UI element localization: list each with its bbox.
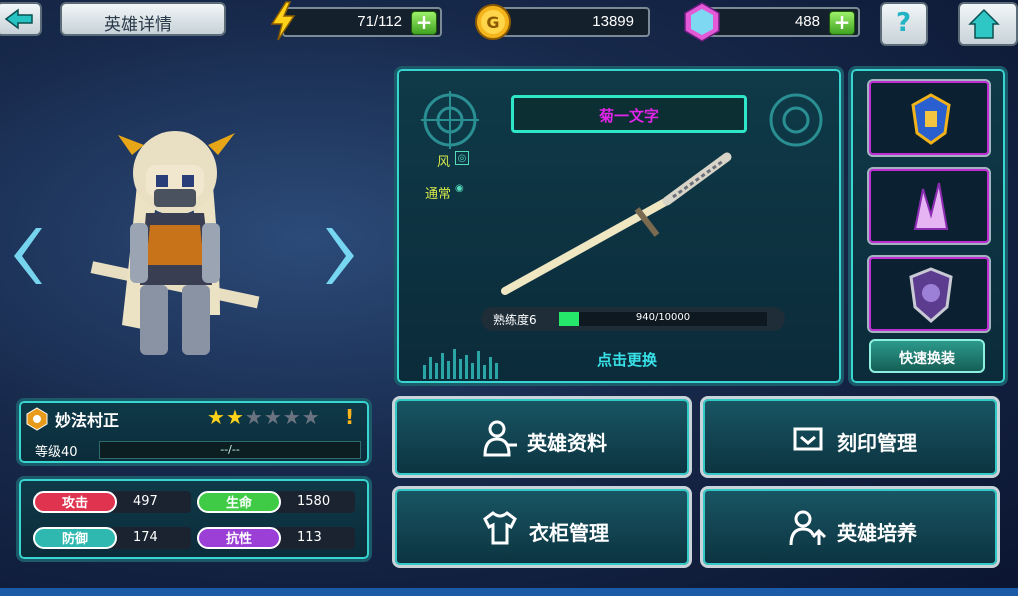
person-icon xyxy=(483,420,517,457)
exp-value: --/-- xyxy=(220,443,240,456)
hero-info-label: 英雄资料 xyxy=(527,431,607,455)
gem-icon xyxy=(684,2,720,42)
stat-label: 攻击 xyxy=(33,491,117,513)
signal-bars-icon xyxy=(423,349,498,379)
star-empty-icon: ★ xyxy=(282,405,302,429)
stat-label: 生命 xyxy=(197,491,281,513)
gem-bar: 488 + xyxy=(700,7,860,37)
proficiency-bar: 熟练度6 940/10000 xyxy=(481,307,785,331)
next-hero-arrow-icon[interactable] xyxy=(324,224,362,288)
person-upgrade-icon xyxy=(789,510,827,546)
add-gems-button[interactable]: + xyxy=(829,11,855,35)
home-icon xyxy=(968,8,1000,39)
katana-sprite xyxy=(501,152,732,295)
shield-badge-icon xyxy=(909,267,953,323)
gold-value: 13899 xyxy=(592,13,634,30)
star-empty-icon: ★ xyxy=(301,405,321,429)
stat-value: 174 xyxy=(111,527,191,549)
rarity-icon: ◉ xyxy=(455,183,464,194)
previous-hero-arrow-icon[interactable] xyxy=(6,224,44,288)
stat-label: 抗性 xyxy=(197,527,281,549)
hero-train-button[interactable]: 英雄培养 xyxy=(700,486,1000,568)
equip-slot-crystal[interactable] xyxy=(867,167,991,245)
star-empty-icon: ★ xyxy=(244,405,264,429)
gold-coin-icon: G xyxy=(475,4,511,40)
alert-icon[interactable]: ! xyxy=(345,405,354,429)
weapon-name: 菊一文字 xyxy=(598,107,659,125)
back-button[interactable] xyxy=(0,2,42,36)
lightning-icon xyxy=(270,1,296,41)
wind-icon: ◎ xyxy=(455,151,469,165)
weapon-panel: 菊一文字 风 ◎ 通常 ◉ 熟练度6 940/10000 点击更换 xyxy=(394,66,844,386)
target-reticle-icon xyxy=(769,93,823,147)
weapon-name-plate: 菊一文字 xyxy=(511,95,747,133)
stat-value: 113 xyxy=(275,527,355,549)
equip-slot-emblem[interactable] xyxy=(867,79,991,157)
star-filled-icon: ★ xyxy=(225,405,245,429)
page-title: 英雄详情 xyxy=(104,15,172,35)
proficiency-label: 熟练度6 xyxy=(493,313,537,327)
quick-equip-label: 快速换装 xyxy=(899,351,955,367)
help-icon: ? xyxy=(896,8,912,38)
bottom-strip xyxy=(0,588,1018,596)
proficiency-value: 940/10000 xyxy=(635,312,691,323)
back-arrow-icon xyxy=(4,8,33,30)
quick-equip-button[interactable]: 快速换装 xyxy=(869,339,985,373)
star-empty-icon: ★ xyxy=(263,405,283,429)
hero-info-button[interactable]: 英雄资料 xyxy=(392,396,692,478)
help-button[interactable]: ? xyxy=(880,2,928,46)
hero-info-panel: 妙法村正 ★★★★★★ ! 等级40 --/-- xyxy=(16,398,372,466)
crystal-icon xyxy=(913,182,949,230)
stat-value: 1580 xyxy=(275,491,355,513)
svg-text:G: G xyxy=(486,13,499,32)
weapon-element: 风 xyxy=(437,155,451,170)
hero-stats-panel: 497 攻击 1580 生命 174 防御 113 抗性 xyxy=(16,476,372,562)
hero-train-label: 英雄培养 xyxy=(837,521,917,545)
shirt-icon xyxy=(483,511,517,545)
energy-bar: 71/112 + xyxy=(282,7,442,37)
exp-bar: --/-- xyxy=(99,441,361,459)
change-weapon-button[interactable]: 点击更换 xyxy=(597,349,657,370)
gold-bar: 13899 xyxy=(490,7,650,37)
wardrobe-button[interactable]: 衣柜管理 xyxy=(392,486,692,568)
emblem-icon xyxy=(911,93,951,145)
energy-value: 71/112 xyxy=(357,13,402,30)
equipment-panel: 快速换装 xyxy=(848,66,1008,386)
hero-class-icon xyxy=(26,407,48,431)
gem-value: 488 xyxy=(794,13,820,30)
star-filled-icon: ★ xyxy=(207,405,226,429)
stat-label: 防御 xyxy=(33,527,117,549)
stat-value: 497 xyxy=(111,491,191,513)
home-button[interactable] xyxy=(958,2,1018,46)
seal-manage-button[interactable]: 刻印管理 xyxy=(700,396,1000,478)
weapon-rarity: 通常 xyxy=(425,187,452,202)
seal-manage-label: 刻印管理 xyxy=(837,431,917,455)
equip-slot-badge[interactable] xyxy=(867,255,991,333)
wardrobe-label: 衣柜管理 xyxy=(529,521,609,545)
hero-level: 等级40 xyxy=(35,445,78,460)
hero-name: 妙法村正 xyxy=(55,411,120,430)
seal-icon xyxy=(793,427,823,451)
target-reticle-icon xyxy=(421,91,479,149)
hero-star-rating: ★★★★★★ xyxy=(207,405,321,429)
page-title-box: 英雄详情 xyxy=(60,2,226,36)
hero-character-sprite xyxy=(90,131,260,355)
add-energy-button[interactable]: + xyxy=(411,11,437,35)
